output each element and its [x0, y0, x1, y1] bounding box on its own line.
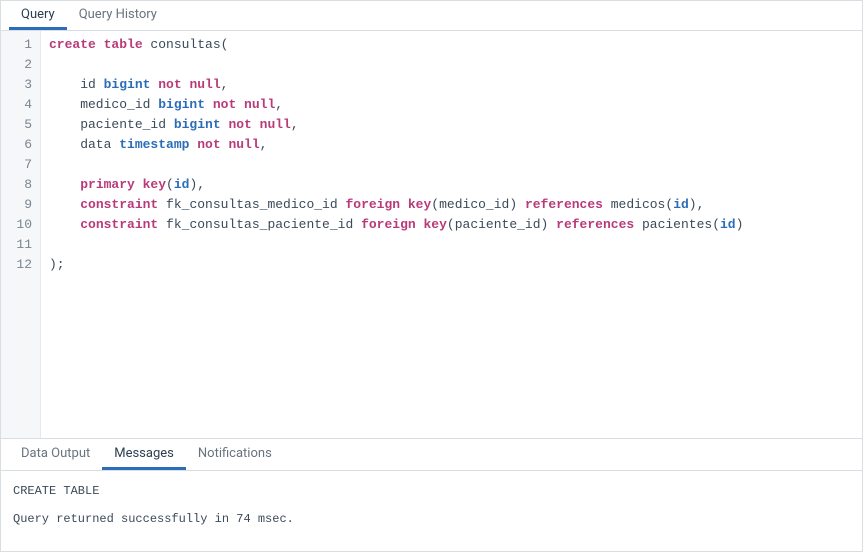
sql-editor[interactable]: 123456789101112 create table consultas( …: [1, 31, 862, 438]
tab-query-history[interactable]: Query History: [67, 1, 169, 30]
tab-data-output[interactable]: Data Output: [9, 439, 102, 470]
message-status: CREATE TABLE: [13, 481, 850, 503]
code-line[interactable]: create table consultas(: [49, 35, 854, 55]
code-line[interactable]: medico_id bigint not null,: [49, 95, 854, 115]
code-line[interactable]: );: [49, 255, 854, 275]
sql-code-area[interactable]: create table consultas( id bigint not nu…: [41, 31, 862, 438]
line-number-gutter: 123456789101112: [1, 31, 41, 438]
code-line[interactable]: data timestamp not null,: [49, 135, 854, 155]
code-line[interactable]: [49, 55, 854, 75]
output-tab-bar: Data Output Messages Notifications: [1, 438, 862, 471]
code-line[interactable]: primary key(id),: [49, 175, 854, 195]
message-result: Query returned successfully in 74 msec.: [13, 509, 850, 531]
code-line[interactable]: [49, 235, 854, 255]
tab-query[interactable]: Query: [9, 1, 67, 30]
code-line[interactable]: id bigint not null,: [49, 75, 854, 95]
code-line[interactable]: [49, 155, 854, 175]
tab-notifications[interactable]: Notifications: [186, 439, 284, 470]
messages-panel: CREATE TABLE Query returned successfully…: [1, 471, 862, 551]
tab-messages[interactable]: Messages: [102, 439, 186, 470]
code-line[interactable]: constraint fk_consultas_paciente_id fore…: [49, 215, 854, 235]
code-line[interactable]: constraint fk_consultas_medico_id foreig…: [49, 195, 854, 215]
query-tab-bar: Query Query History: [1, 1, 862, 31]
code-line[interactable]: paciente_id bigint not null,: [49, 115, 854, 135]
